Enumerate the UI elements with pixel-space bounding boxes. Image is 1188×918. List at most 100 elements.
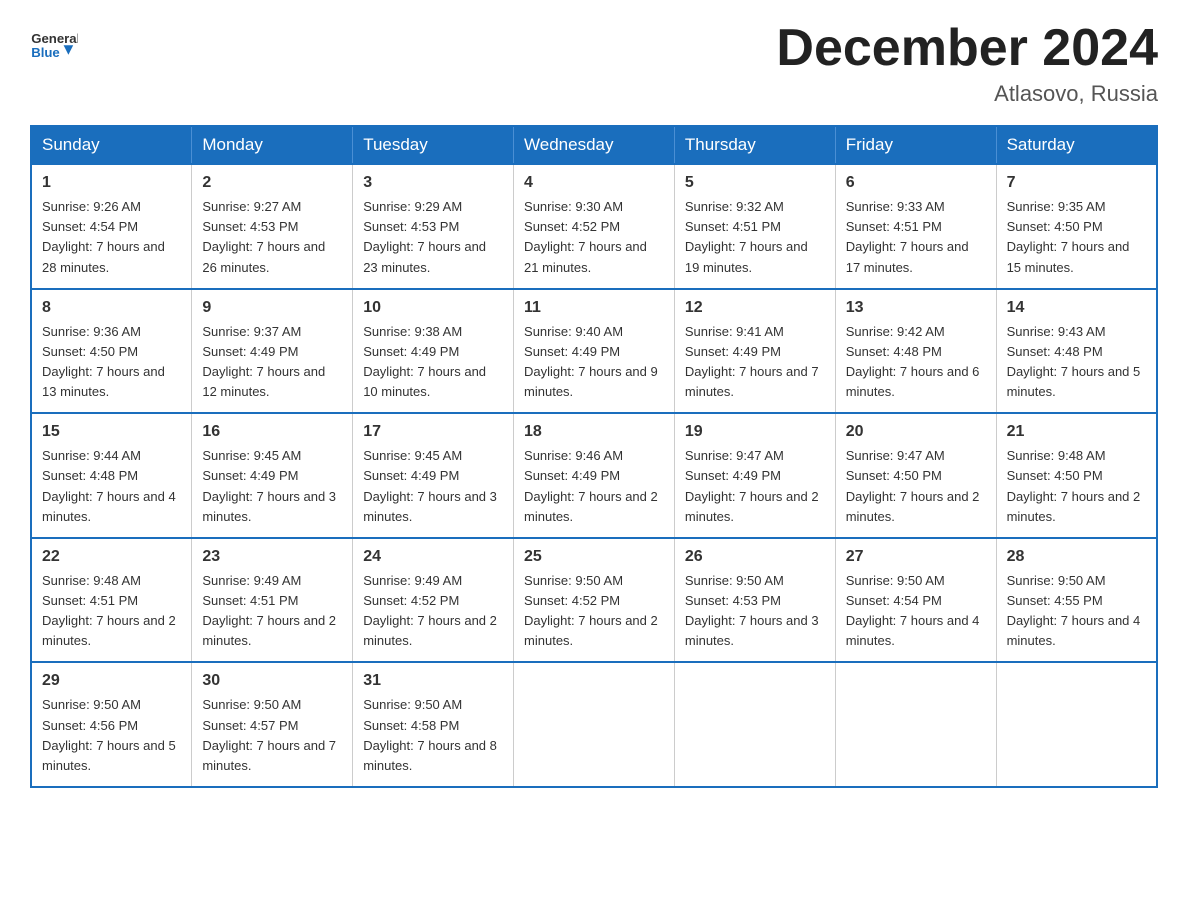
day-number: 12 [685, 296, 825, 320]
day-info: Sunrise: 9:40 AMSunset: 4:49 PMDaylight:… [524, 322, 664, 403]
day-info: Sunrise: 9:35 AMSunset: 4:50 PMDaylight:… [1007, 197, 1146, 278]
calendar-week-row: 29 Sunrise: 9:50 AMSunset: 4:56 PMDaylig… [31, 662, 1157, 787]
day-info: Sunrise: 9:47 AMSunset: 4:50 PMDaylight:… [846, 446, 986, 527]
table-row: 5 Sunrise: 9:32 AMSunset: 4:51 PMDayligh… [674, 164, 835, 289]
day-info: Sunrise: 9:46 AMSunset: 4:49 PMDaylight:… [524, 446, 664, 527]
day-info: Sunrise: 9:50 AMSunset: 4:53 PMDaylight:… [685, 571, 825, 652]
day-number: 24 [363, 545, 503, 569]
day-info: Sunrise: 9:48 AMSunset: 4:51 PMDaylight:… [42, 571, 181, 652]
day-number: 23 [202, 545, 342, 569]
table-row [514, 662, 675, 787]
location: Atlasovo, Russia [776, 81, 1158, 107]
day-info: Sunrise: 9:47 AMSunset: 4:49 PMDaylight:… [685, 446, 825, 527]
day-number: 10 [363, 296, 503, 320]
day-number: 2 [202, 171, 342, 195]
col-friday: Friday [835, 126, 996, 164]
table-row: 27 Sunrise: 9:50 AMSunset: 4:54 PMDaylig… [835, 538, 996, 663]
title-block: December 2024 Atlasovo, Russia [776, 20, 1158, 107]
table-row: 18 Sunrise: 9:46 AMSunset: 4:49 PMDaylig… [514, 413, 675, 538]
table-row: 22 Sunrise: 9:48 AMSunset: 4:51 PMDaylig… [31, 538, 192, 663]
day-info: Sunrise: 9:36 AMSunset: 4:50 PMDaylight:… [42, 322, 181, 403]
day-number: 16 [202, 420, 342, 444]
col-wednesday: Wednesday [514, 126, 675, 164]
day-info: Sunrise: 9:50 AMSunset: 4:57 PMDaylight:… [202, 695, 342, 776]
day-number: 28 [1007, 545, 1146, 569]
table-row: 13 Sunrise: 9:42 AMSunset: 4:48 PMDaylig… [835, 289, 996, 414]
table-row: 25 Sunrise: 9:50 AMSunset: 4:52 PMDaylig… [514, 538, 675, 663]
col-monday: Monday [192, 126, 353, 164]
day-number: 30 [202, 669, 342, 693]
table-row: 26 Sunrise: 9:50 AMSunset: 4:53 PMDaylig… [674, 538, 835, 663]
table-row: 20 Sunrise: 9:47 AMSunset: 4:50 PMDaylig… [835, 413, 996, 538]
table-row: 14 Sunrise: 9:43 AMSunset: 4:48 PMDaylig… [996, 289, 1157, 414]
table-row: 29 Sunrise: 9:50 AMSunset: 4:56 PMDaylig… [31, 662, 192, 787]
table-row: 16 Sunrise: 9:45 AMSunset: 4:49 PMDaylig… [192, 413, 353, 538]
table-row: 31 Sunrise: 9:50 AMSunset: 4:58 PMDaylig… [353, 662, 514, 787]
table-row: 15 Sunrise: 9:44 AMSunset: 4:48 PMDaylig… [31, 413, 192, 538]
day-number: 7 [1007, 171, 1146, 195]
table-row: 12 Sunrise: 9:41 AMSunset: 4:49 PMDaylig… [674, 289, 835, 414]
day-number: 1 [42, 171, 181, 195]
day-number: 27 [846, 545, 986, 569]
day-info: Sunrise: 9:30 AMSunset: 4:52 PMDaylight:… [524, 197, 664, 278]
logo: General Blue [30, 20, 82, 68]
calendar-week-row: 15 Sunrise: 9:44 AMSunset: 4:48 PMDaylig… [31, 413, 1157, 538]
day-info: Sunrise: 9:43 AMSunset: 4:48 PMDaylight:… [1007, 322, 1146, 403]
day-info: Sunrise: 9:41 AMSunset: 4:49 PMDaylight:… [685, 322, 825, 403]
col-thursday: Thursday [674, 126, 835, 164]
logo-icon: General Blue [30, 20, 78, 68]
table-row: 19 Sunrise: 9:47 AMSunset: 4:49 PMDaylig… [674, 413, 835, 538]
table-row: 7 Sunrise: 9:35 AMSunset: 4:50 PMDayligh… [996, 164, 1157, 289]
day-number: 9 [202, 296, 342, 320]
day-info: Sunrise: 9:37 AMSunset: 4:49 PMDaylight:… [202, 322, 342, 403]
day-number: 21 [1007, 420, 1146, 444]
table-row [996, 662, 1157, 787]
col-sunday: Sunday [31, 126, 192, 164]
day-number: 8 [42, 296, 181, 320]
day-number: 29 [42, 669, 181, 693]
svg-text:General: General [31, 31, 78, 46]
table-row [674, 662, 835, 787]
page-header: General Blue December 2024 Atlasovo, Rus… [30, 20, 1158, 107]
col-saturday: Saturday [996, 126, 1157, 164]
day-number: 13 [846, 296, 986, 320]
day-info: Sunrise: 9:45 AMSunset: 4:49 PMDaylight:… [363, 446, 503, 527]
day-info: Sunrise: 9:50 AMSunset: 4:52 PMDaylight:… [524, 571, 664, 652]
day-number: 15 [42, 420, 181, 444]
table-row: 30 Sunrise: 9:50 AMSunset: 4:57 PMDaylig… [192, 662, 353, 787]
table-row: 28 Sunrise: 9:50 AMSunset: 4:55 PMDaylig… [996, 538, 1157, 663]
day-info: Sunrise: 9:44 AMSunset: 4:48 PMDaylight:… [42, 446, 181, 527]
calendar-week-row: 22 Sunrise: 9:48 AMSunset: 4:51 PMDaylig… [31, 538, 1157, 663]
day-info: Sunrise: 9:50 AMSunset: 4:55 PMDaylight:… [1007, 571, 1146, 652]
day-info: Sunrise: 9:50 AMSunset: 4:54 PMDaylight:… [846, 571, 986, 652]
table-row: 6 Sunrise: 9:33 AMSunset: 4:51 PMDayligh… [835, 164, 996, 289]
day-info: Sunrise: 9:32 AMSunset: 4:51 PMDaylight:… [685, 197, 825, 278]
table-row: 21 Sunrise: 9:48 AMSunset: 4:50 PMDaylig… [996, 413, 1157, 538]
day-number: 4 [524, 171, 664, 195]
calendar-table: Sunday Monday Tuesday Wednesday Thursday… [30, 125, 1158, 788]
day-number: 20 [846, 420, 986, 444]
calendar-week-row: 1 Sunrise: 9:26 AMSunset: 4:54 PMDayligh… [31, 164, 1157, 289]
calendar-header-row: Sunday Monday Tuesday Wednesday Thursday… [31, 126, 1157, 164]
table-row: 2 Sunrise: 9:27 AMSunset: 4:53 PMDayligh… [192, 164, 353, 289]
table-row: 3 Sunrise: 9:29 AMSunset: 4:53 PMDayligh… [353, 164, 514, 289]
day-number: 3 [363, 171, 503, 195]
table-row: 8 Sunrise: 9:36 AMSunset: 4:50 PMDayligh… [31, 289, 192, 414]
table-row: 10 Sunrise: 9:38 AMSunset: 4:49 PMDaylig… [353, 289, 514, 414]
day-info: Sunrise: 9:48 AMSunset: 4:50 PMDaylight:… [1007, 446, 1146, 527]
svg-text:Blue: Blue [31, 45, 60, 60]
month-title: December 2024 [776, 20, 1158, 77]
day-info: Sunrise: 9:50 AMSunset: 4:56 PMDaylight:… [42, 695, 181, 776]
day-number: 22 [42, 545, 181, 569]
table-row: 24 Sunrise: 9:49 AMSunset: 4:52 PMDaylig… [353, 538, 514, 663]
day-info: Sunrise: 9:50 AMSunset: 4:58 PMDaylight:… [363, 695, 503, 776]
table-row [835, 662, 996, 787]
day-info: Sunrise: 9:45 AMSunset: 4:49 PMDaylight:… [202, 446, 342, 527]
table-row: 4 Sunrise: 9:30 AMSunset: 4:52 PMDayligh… [514, 164, 675, 289]
day-info: Sunrise: 9:49 AMSunset: 4:51 PMDaylight:… [202, 571, 342, 652]
day-info: Sunrise: 9:42 AMSunset: 4:48 PMDaylight:… [846, 322, 986, 403]
day-info: Sunrise: 9:29 AMSunset: 4:53 PMDaylight:… [363, 197, 503, 278]
day-info: Sunrise: 9:38 AMSunset: 4:49 PMDaylight:… [363, 322, 503, 403]
table-row: 11 Sunrise: 9:40 AMSunset: 4:49 PMDaylig… [514, 289, 675, 414]
table-row: 1 Sunrise: 9:26 AMSunset: 4:54 PMDayligh… [31, 164, 192, 289]
